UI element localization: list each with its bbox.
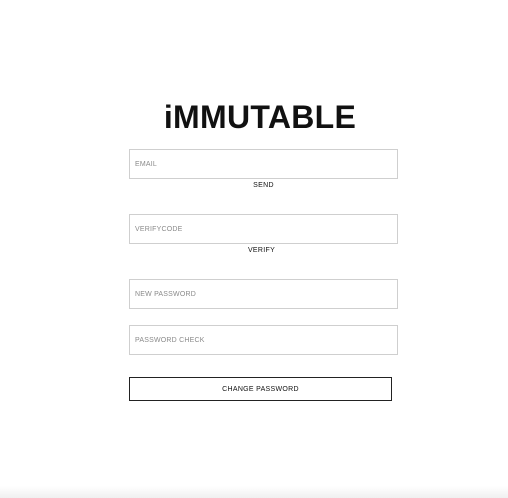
- verify-button[interactable]: VERIFY: [127, 247, 396, 254]
- email-field-wrapper: [129, 149, 398, 179]
- new-password-field-wrapper: [129, 279, 398, 309]
- send-button[interactable]: SEND: [129, 182, 398, 189]
- change-password-button[interactable]: CHANGE PASSWORD: [129, 377, 392, 401]
- verify-code-field[interactable]: [130, 215, 397, 243]
- logo: iMMUTABLE: [163, 99, 357, 135]
- new-password-field[interactable]: [130, 280, 397, 308]
- email-field[interactable]: [130, 150, 397, 178]
- password-check-field-wrapper: [129, 325, 398, 355]
- password-check-field[interactable]: [130, 326, 397, 354]
- bottom-shade: [0, 486, 508, 498]
- verify-code-field-wrapper: [129, 214, 398, 244]
